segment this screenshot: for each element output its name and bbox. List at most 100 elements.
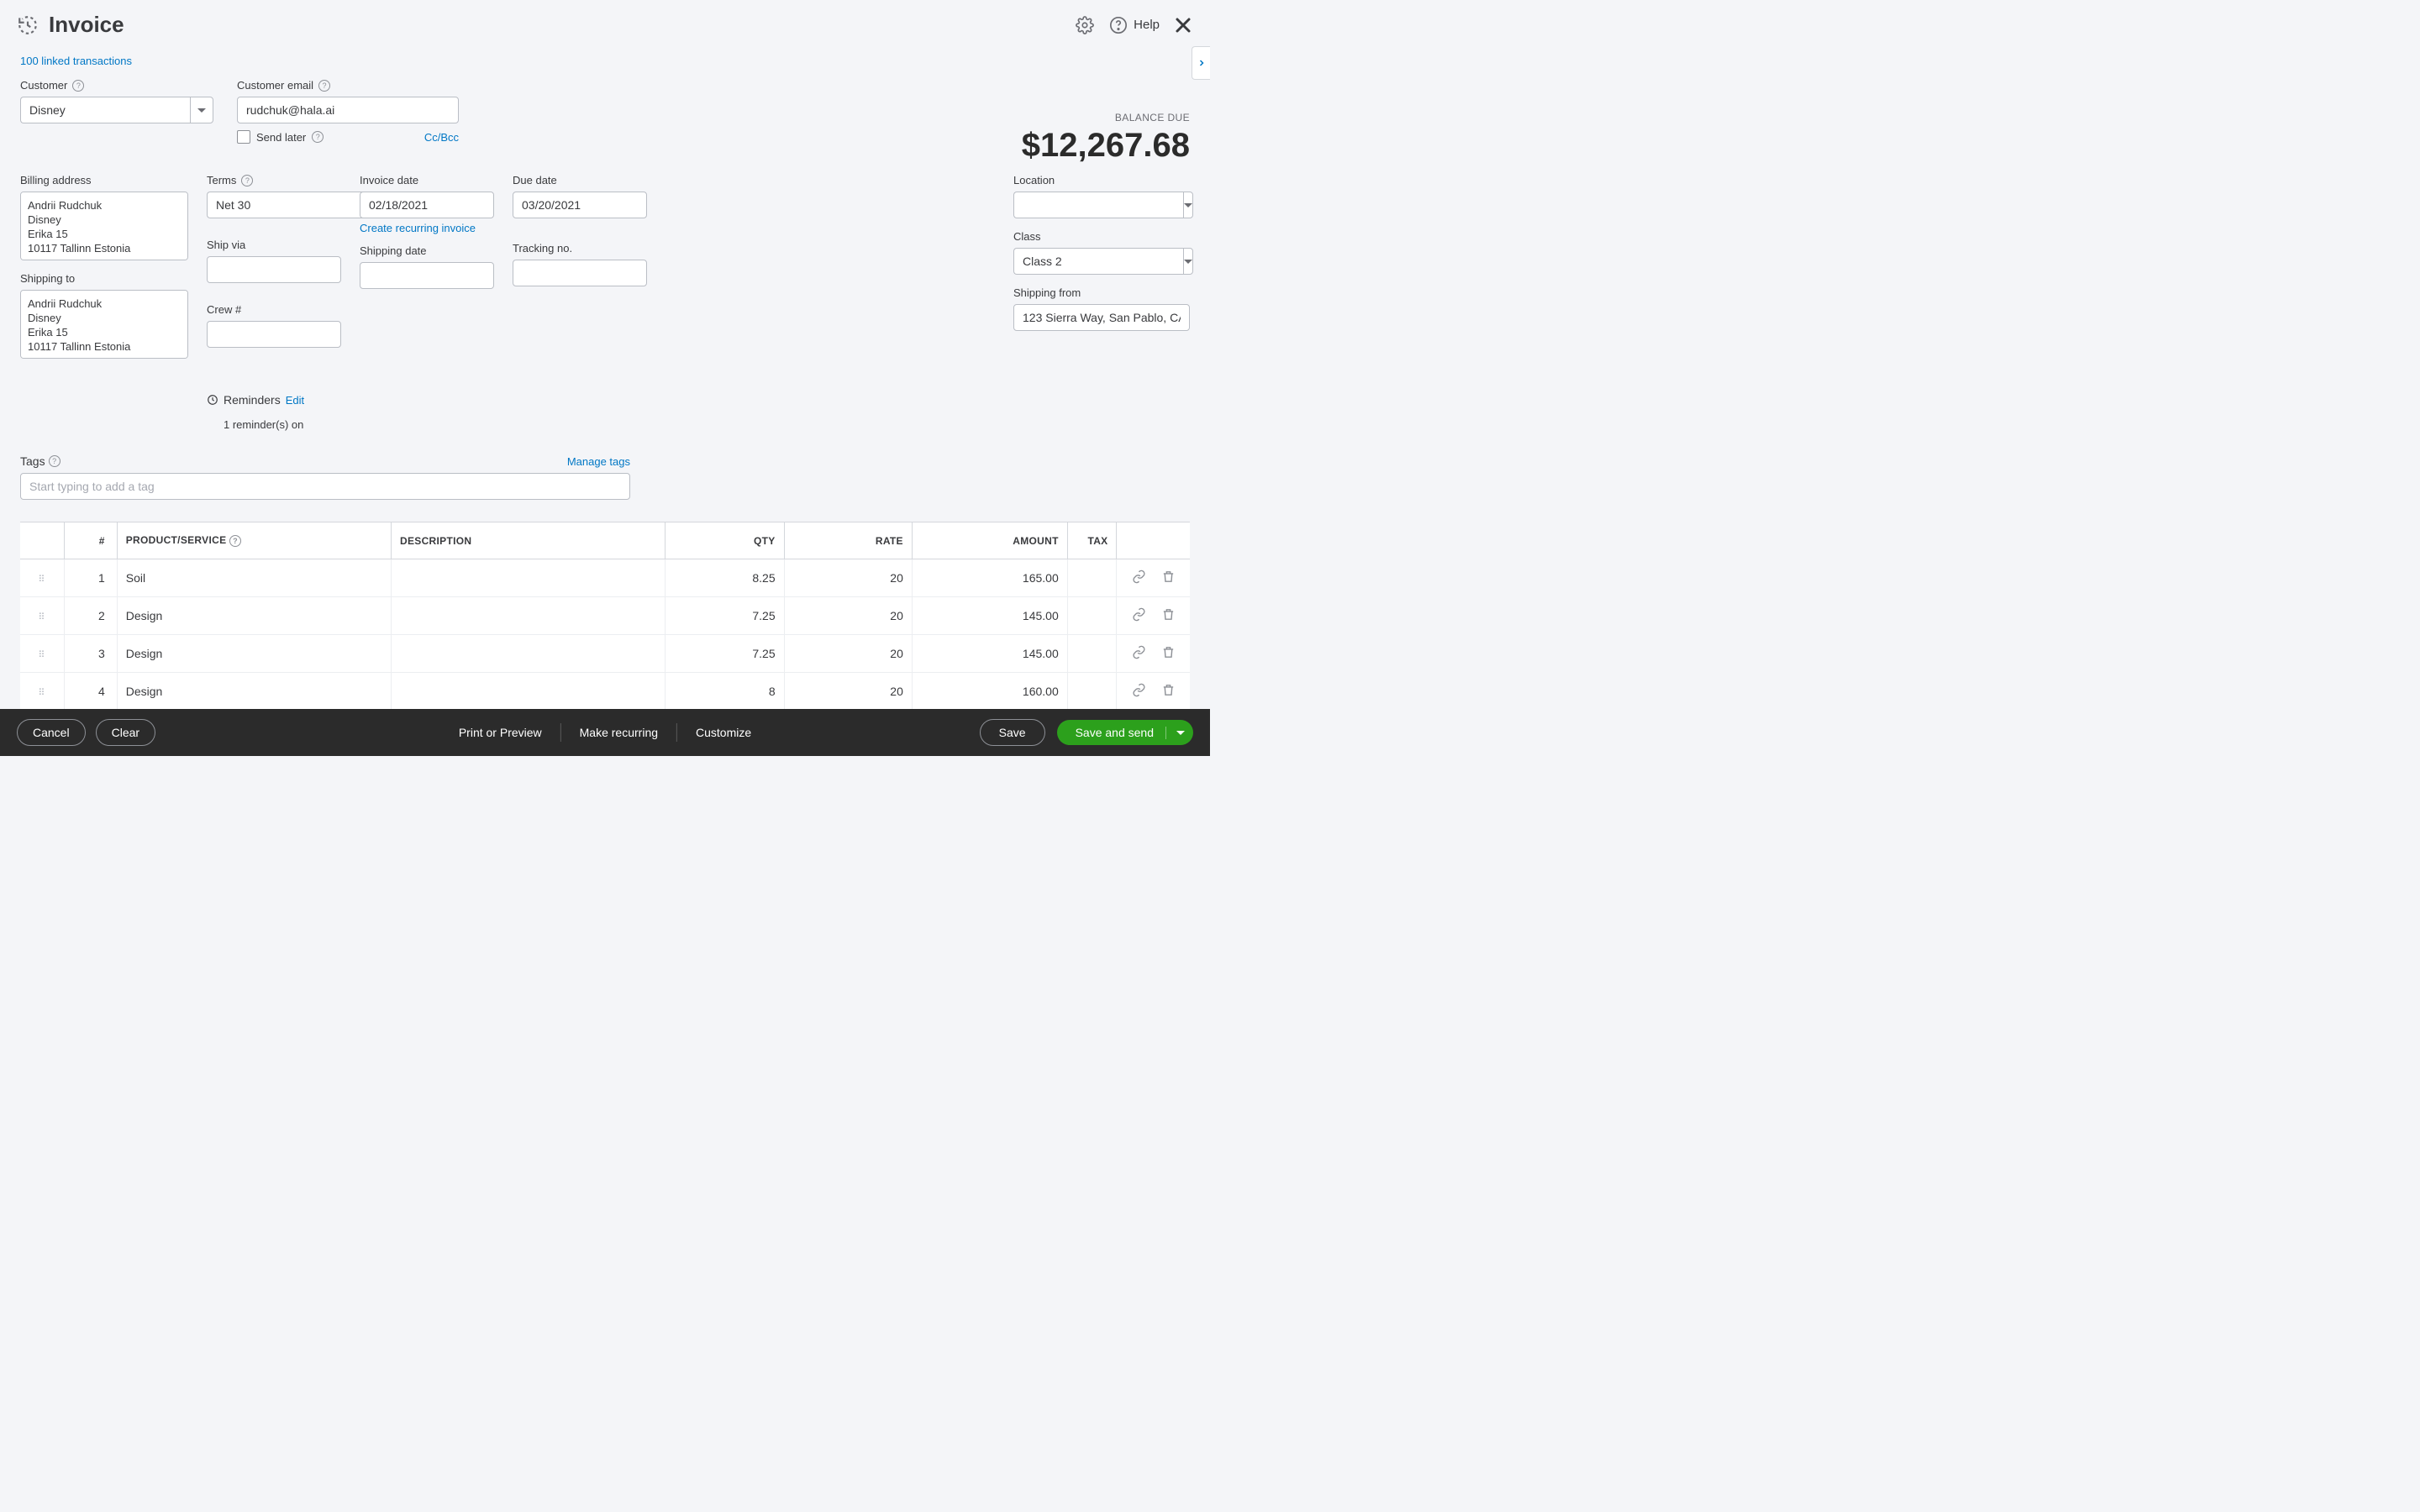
reminders-edit-link[interactable]: Edit: [286, 394, 304, 407]
help-circle-icon[interactable]: ?: [241, 175, 253, 186]
footer-bar: Cancel Clear Print or Preview Make recur…: [0, 709, 1210, 756]
link-icon[interactable]: [1132, 570, 1146, 586]
ship-via-input[interactable]: [207, 256, 341, 283]
invoice-date-input[interactable]: [360, 192, 494, 218]
trash-icon[interactable]: [1161, 683, 1176, 700]
shipping-to-input[interactable]: [20, 290, 188, 359]
crew-input[interactable]: [207, 321, 341, 348]
cancel-button[interactable]: Cancel: [17, 719, 86, 746]
linked-transactions-link[interactable]: 100 linked transactions: [20, 55, 1190, 67]
cc-bcc-link[interactable]: Cc/Bcc: [424, 131, 459, 144]
link-icon[interactable]: [1132, 607, 1146, 624]
chevron-down-icon[interactable]: [1183, 192, 1193, 218]
row-description[interactable]: [392, 635, 666, 673]
clock-icon: [207, 394, 218, 406]
table-row[interactable]: ⠿ 1 Soil 8.25 20 165.00: [20, 559, 1190, 597]
customize-button[interactable]: Customize: [677, 726, 770, 739]
row-number: 4: [64, 673, 117, 711]
row-description[interactable]: [392, 673, 666, 711]
save-button[interactable]: Save: [980, 719, 1045, 746]
help-circle-icon[interactable]: ?: [318, 80, 330, 92]
chevron-down-icon[interactable]: [190, 97, 213, 123]
link-icon[interactable]: [1132, 645, 1146, 662]
location-select[interactable]: [1013, 192, 1190, 218]
row-tax[interactable]: [1067, 559, 1117, 597]
row-rate[interactable]: 20: [784, 559, 912, 597]
chevron-down-icon[interactable]: [1165, 727, 1185, 739]
terms-label: Terms ?: [207, 174, 341, 186]
row-description[interactable]: [392, 597, 666, 635]
tracking-no-input[interactable]: [513, 260, 647, 286]
print-preview-button[interactable]: Print or Preview: [440, 726, 560, 739]
reminders-count: 1 reminder(s) on: [207, 418, 341, 431]
help-circle-icon[interactable]: ?: [312, 131, 324, 143]
help-icon[interactable]: [1108, 15, 1128, 35]
location-label: Location: [1013, 174, 1190, 186]
chevron-down-icon[interactable]: [1183, 248, 1193, 275]
row-tax[interactable]: [1067, 597, 1117, 635]
send-later-label: Send later: [256, 131, 306, 144]
row-amount[interactable]: 145.00: [912, 635, 1067, 673]
row-qty[interactable]: 8: [666, 673, 784, 711]
customer-input[interactable]: [20, 97, 190, 123]
tags-input[interactable]: [20, 473, 630, 500]
create-recurring-link[interactable]: Create recurring invoice: [360, 222, 494, 234]
terms-select[interactable]: [207, 192, 336, 218]
trash-icon[interactable]: [1161, 607, 1176, 624]
table-row[interactable]: ⠿ 4 Design 8 20 160.00: [20, 673, 1190, 711]
help-circle-icon[interactable]: ?: [72, 80, 84, 92]
drag-handle-icon[interactable]: ⠿: [38, 612, 45, 622]
drag-handle-icon[interactable]: ⠿: [38, 688, 45, 698]
col-rate: RATE: [784, 522, 912, 559]
class-select[interactable]: [1013, 248, 1190, 275]
row-product[interactable]: Design: [117, 597, 391, 635]
row-rate[interactable]: 20: [784, 635, 912, 673]
link-icon[interactable]: [1132, 683, 1146, 700]
row-rate[interactable]: 20: [784, 673, 912, 711]
row-product[interactable]: Design: [117, 673, 391, 711]
help-label[interactable]: Help: [1134, 18, 1160, 32]
customer-select[interactable]: [20, 97, 213, 123]
customer-email-input[interactable]: [237, 97, 459, 123]
help-circle-icon[interactable]: ?: [49, 455, 60, 467]
row-description[interactable]: [392, 559, 666, 597]
billing-address-label: Billing address: [20, 174, 188, 186]
col-product: PRODUCT/SERVICE ?: [117, 522, 391, 559]
make-recurring-button[interactable]: Make recurring: [561, 726, 676, 739]
close-icon[interactable]: [1173, 15, 1193, 35]
drag-handle-icon[interactable]: ⠿: [38, 575, 45, 585]
row-amount[interactable]: 145.00: [912, 597, 1067, 635]
shipping-date-input[interactable]: [360, 262, 494, 289]
reminders-label: Reminders: [224, 393, 281, 407]
billing-address-input[interactable]: [20, 192, 188, 260]
drag-handle-icon[interactable]: ⠿: [38, 650, 45, 660]
row-amount[interactable]: 160.00: [912, 673, 1067, 711]
row-amount[interactable]: 165.00: [912, 559, 1067, 597]
trash-icon[interactable]: [1161, 645, 1176, 662]
row-rate[interactable]: 20: [784, 597, 912, 635]
help-circle-icon[interactable]: ?: [229, 535, 241, 547]
row-qty[interactable]: 7.25: [666, 597, 784, 635]
save-and-send-button[interactable]: Save and send: [1057, 720, 1193, 745]
shipping-from-input[interactable]: [1013, 304, 1190, 331]
customer-label: Customer ?: [20, 79, 213, 92]
clear-button[interactable]: Clear: [96, 719, 155, 746]
row-qty[interactable]: 8.25: [666, 559, 784, 597]
due-date-input[interactable]: [513, 192, 647, 218]
manage-tags-link[interactable]: Manage tags: [567, 455, 630, 468]
history-icon[interactable]: [17, 14, 39, 36]
tags-label: Tags ?: [20, 454, 60, 468]
row-tax[interactable]: [1067, 635, 1117, 673]
row-product[interactable]: Design: [117, 635, 391, 673]
row-number: 2: [64, 597, 117, 635]
trash-icon[interactable]: [1161, 570, 1176, 586]
row-tax[interactable]: [1067, 673, 1117, 711]
table-row[interactable]: ⠿ 2 Design 7.25 20 145.00: [20, 597, 1190, 635]
row-product[interactable]: Soil: [117, 559, 391, 597]
gear-icon[interactable]: [1075, 15, 1095, 35]
due-date-label: Due date: [513, 174, 647, 186]
ship-via-label: Ship via: [207, 239, 341, 251]
table-row[interactable]: ⠿ 3 Design 7.25 20 145.00: [20, 635, 1190, 673]
send-later-checkbox[interactable]: [237, 130, 250, 144]
row-qty[interactable]: 7.25: [666, 635, 784, 673]
